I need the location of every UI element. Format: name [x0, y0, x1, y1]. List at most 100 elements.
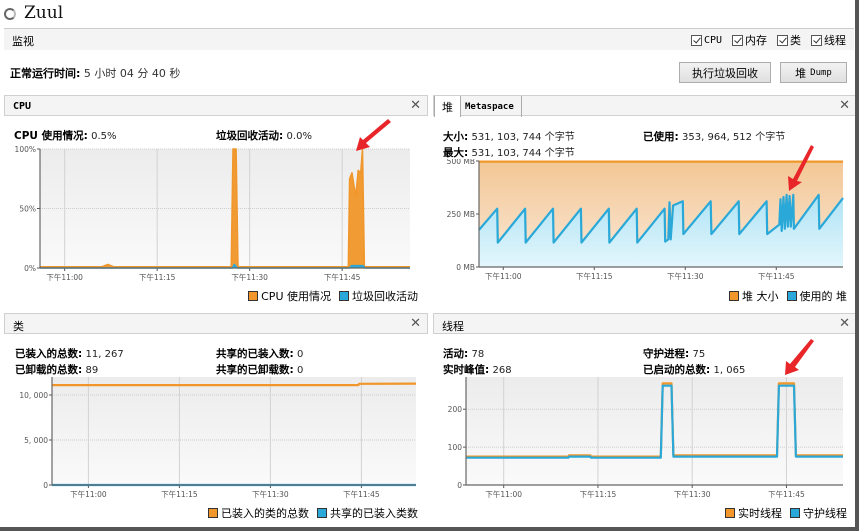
x-tick-label: 下午11:00 — [46, 272, 83, 282]
x-tick-label: 下午11:00 — [485, 489, 522, 499]
legend-swatch — [317, 508, 327, 518]
cpu-legend: CPU 使用情况 垃圾回收活动 — [248, 288, 418, 304]
uptime-value: 5 小时 04 分 40 秒 — [83, 67, 181, 80]
classes-panel-header: 类 ✕ — [4, 313, 428, 334]
heap-dump-label-suffix: Dump — [810, 67, 832, 78]
heap-dump-label-prefix: 堆 — [795, 66, 807, 80]
legend-swatch — [725, 508, 735, 518]
heap-size-stat: 大小: 531, 103, 744 个字节 — [443, 131, 575, 143]
shared-loaded-stat: 共享的已装入数: 0 — [216, 348, 304, 360]
legend-item-heap-size: 堆 大小 — [729, 288, 779, 304]
loading-icon — [4, 8, 16, 20]
view-checkboxes: CPU 内存 类 线程 — [690, 32, 846, 48]
x-tick-label: 下午11:15 — [580, 489, 617, 499]
live-threads-value: 78 — [471, 349, 485, 360]
perform-gc-button[interactable]: 执行垃圾回收 — [679, 62, 771, 83]
annotation-arrow-icon — [785, 339, 814, 375]
checkbox-classes[interactable]: 类 — [777, 32, 801, 48]
x-tick-label: 下午11:30 — [252, 489, 289, 499]
y-tick-label: 250 MB — [447, 210, 475, 219]
memory-panel: 堆 Metaspace ✕ 大小: 531, 103, 744 个字节 已使用:… — [433, 95, 857, 307]
y-tick-label: 5, 000 — [24, 436, 48, 445]
heap-size-value: 531, 103, 744 个字节 — [471, 132, 575, 143]
tab-metaspace[interactable]: Metaspace — [458, 96, 522, 117]
legend-item-cpu-usage: CPU 使用情况 — [248, 288, 331, 304]
x-tick-label: 下午11:45 — [768, 489, 805, 499]
legend-swatch — [729, 291, 739, 301]
x-tick-label: 下午11:45 — [758, 271, 795, 281]
classes-chart: 0 5, 000 10, 000 下午11:00 下午11:15 下午11:30 下午11:… — [19, 377, 417, 499]
y-tick-label: 0 MB — [456, 263, 475, 272]
legend-item-daemon-threads: 守护线程 — [790, 505, 847, 521]
heap-dump-button[interactable]: 堆 Dump — [780, 62, 847, 83]
shared-loaded-value: 0 — [297, 349, 304, 360]
heap-used-stat: 已使用: 353, 964, 512 个字节 — [643, 131, 786, 143]
cpu-usage-stat: CPU 使用情况: 0.5% — [14, 130, 117, 142]
checkbox-checked-icon[interactable] — [777, 34, 788, 46]
heap-used-value: 353, 964, 512 个字节 — [682, 132, 786, 143]
cpu-panel: CPU ✕ CPU 使用情况: 0.5% 垃圾回收活动: 0.0% 0% 50% 1… — [4, 95, 428, 307]
checkbox-memory[interactable]: 内存 — [732, 32, 767, 48]
checkbox-checked-icon[interactable] — [732, 34, 743, 46]
y-tick-label: 100 — [448, 443, 463, 452]
threads-panel-header: 线程 ✕ — [433, 313, 857, 334]
legend-item-gc-activity: 垃圾回收活动 — [339, 288, 418, 304]
y-tick-label: 0 — [43, 481, 48, 490]
legend-swatch — [790, 508, 800, 518]
heap-max-value: 531, 103, 744 个字节 — [471, 148, 575, 159]
legend-swatch — [208, 508, 218, 518]
x-tick-label: 下午11:00 — [70, 489, 107, 499]
daemon-threads-stat: 守护进程: 75 — [643, 348, 706, 360]
memory-panel-header: 堆 Metaspace ✕ — [433, 95, 857, 117]
legend-swatch — [248, 291, 259, 301]
close-icon[interactable]: ✕ — [410, 98, 421, 113]
legend-item-shared-classes: 共享的已装入类数 — [317, 505, 418, 521]
y-tick-label: 100% — [15, 145, 36, 154]
x-tick-label: 下午11:00 — [485, 271, 522, 281]
gc-activity-value: 0.0% — [286, 131, 312, 142]
checkbox-threads[interactable]: 线程 — [811, 32, 846, 48]
legend-swatch — [786, 291, 797, 301]
heap-max-stat: 最大: 531, 103, 744 个字节 — [443, 147, 575, 159]
monitor-bar: 监视 CPU 内存 类 线程 — [4, 28, 854, 50]
y-tick-label: 0 — [457, 481, 462, 490]
tab-heap[interactable]: 堆 — [434, 96, 461, 117]
checkbox-checked-icon[interactable] — [811, 34, 822, 46]
monitor-label: 监视 — [12, 35, 34, 48]
legend-item-used-heap: 使用的 堆 — [786, 288, 847, 304]
close-icon[interactable]: ✕ — [410, 316, 421, 331]
threads-panel: 线程 ✕ 活动: 78 实时峰值: 268 守护进程: 75 已启动的总数: 1… — [433, 313, 857, 525]
x-tick-label: 下午11:45 — [324, 272, 361, 282]
gc-activity-stat: 垃圾回收活动: 0.0% — [216, 130, 312, 142]
close-icon[interactable]: ✕ — [839, 98, 850, 113]
loaded-total-value: 11, 267 — [85, 349, 124, 360]
cpu-panel-header: CPU ✕ — [4, 95, 428, 116]
legend-item-live-threads: 实时线程 — [725, 505, 782, 521]
threads-chart: 0 100 200 下午11:00 下午11:15 下午11:30 下午11:45 — [448, 377, 843, 499]
x-tick-label: 下午11:15 — [576, 271, 613, 281]
cpu-panel-title: CPU — [13, 101, 32, 112]
threads-legend: 实时线程 守护线程 — [725, 505, 847, 521]
legend-item-loaded-classes: 已装入的类的总数 — [208, 505, 309, 521]
x-tick-label: 下午11:30 — [667, 271, 704, 281]
x-tick-label: 下午11:30 — [231, 272, 268, 282]
window-title: Zuul — [24, 3, 64, 23]
uptime-label: 正常运行时间: — [10, 67, 81, 80]
y-tick-label: 0% — [24, 264, 36, 273]
legend-swatch — [339, 291, 349, 301]
daemon-threads-value: 75 — [692, 349, 706, 360]
classes-panel-title: 类 — [13, 320, 24, 333]
close-icon[interactable]: ✕ — [839, 316, 850, 331]
annotation-arrow-icon — [356, 119, 391, 151]
checkbox-cpu[interactable]: CPU — [690, 34, 722, 46]
uptime: 正常运行时间: 5 小时 04 分 40 秒 — [10, 65, 180, 81]
cpu-usage-value: 0.5% — [91, 131, 117, 142]
window-border — [855, 0, 859, 531]
checkbox-checked-icon[interactable] — [690, 34, 702, 46]
live-threads-stat: 活动: 78 — [443, 348, 485, 360]
x-tick-label: 下午11:15 — [161, 489, 198, 499]
y-tick-label: 50% — [19, 205, 36, 214]
window-title-bar: Zuul — [0, 0, 859, 28]
y-tick-label: 200 — [448, 405, 463, 414]
heap-legend: 堆 大小 使用的 堆 — [729, 288, 847, 304]
